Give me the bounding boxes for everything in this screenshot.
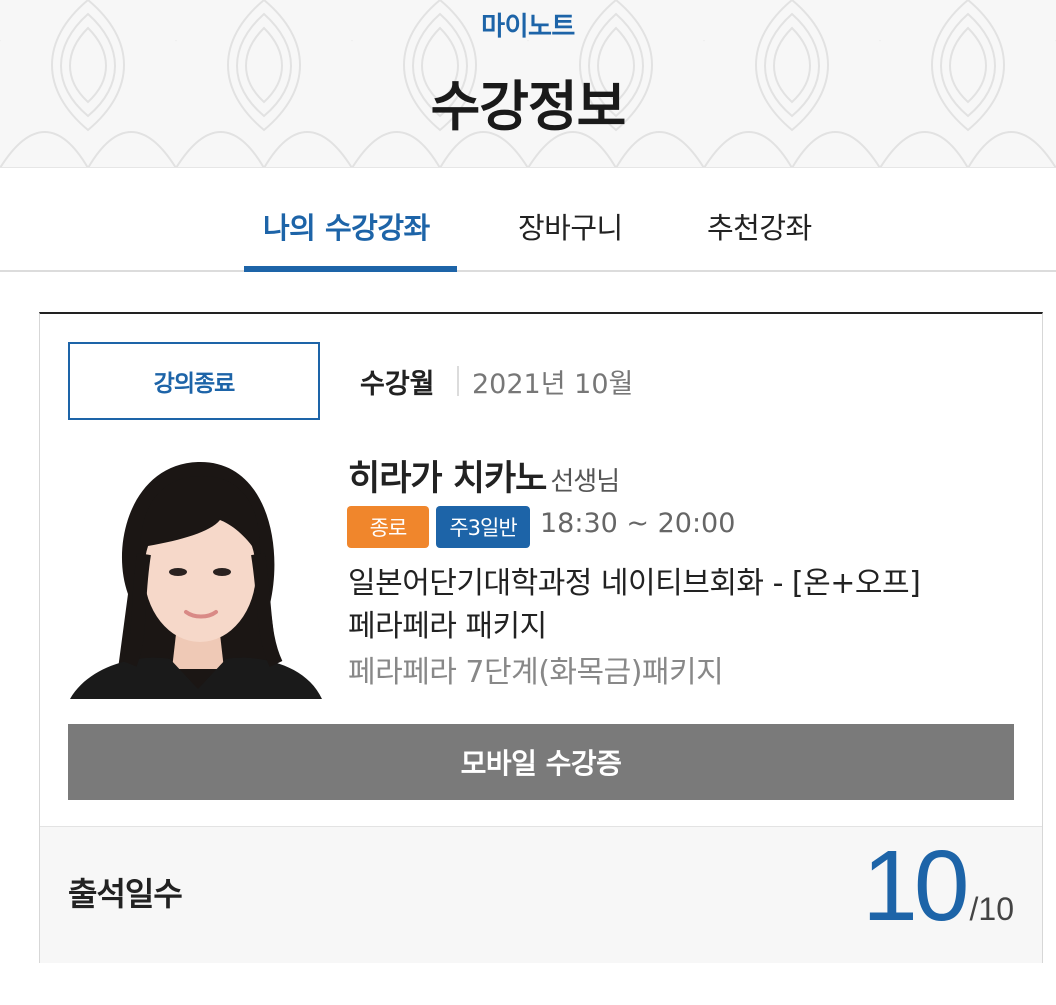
- teacher-name-text: 히라가 치카노: [348, 459, 547, 499]
- attendance-total: /10: [969, 891, 1014, 927]
- month-value: 2021년 10월: [472, 369, 634, 400]
- attendance-count: 10/10: [862, 829, 1014, 944]
- teacher-name[interactable]: 히라가 치카노 선생님: [348, 450, 620, 501]
- tab-my-courses[interactable]: 나의 수강강좌: [263, 205, 430, 247]
- status-badge: 강의종료: [68, 342, 320, 420]
- class-time: 18:30 ~ 20:00: [540, 508, 736, 539]
- campus-badge: 종로: [347, 506, 429, 548]
- page-title: 수강정보: [430, 75, 627, 138]
- tab-cart[interactable]: 장바구니: [518, 205, 623, 247]
- schedule-badge: 주3일반: [436, 506, 530, 548]
- breadcrumb[interactable]: 마이노트: [0, 6, 1056, 43]
- mobile-student-card-button[interactable]: 모바일 수강증: [68, 724, 1014, 800]
- course-card: 강의종료 수강월 2021년 10월 히라가 치카노 선생님 종로 주3일반 1…: [39, 312, 1043, 963]
- tab-recommended[interactable]: 추천강좌: [707, 205, 812, 247]
- teacher-photo: [70, 454, 322, 699]
- tab-bar: 나의 수강강좌 장바구니 추천강좌: [0, 169, 1056, 272]
- attendance-label: 출석일수: [68, 875, 183, 913]
- page-header: 마이노트 수강정보: [0, 0, 1056, 168]
- attendance-current: 10: [862, 830, 969, 942]
- teacher-suffix: 선생님: [550, 467, 620, 497]
- course-title[interactable]: 일본어단기대학과정 네이티브회화 - [온+오프] 페라페라 패키지: [348, 562, 948, 648]
- month-label: 수강월: [360, 369, 435, 400]
- active-tab-indicator: [244, 266, 457, 272]
- attendance-section: 출석일수 10/10: [40, 826, 1042, 963]
- course-subtitle: 페라페라 7단계(화목금)패키지: [348, 655, 724, 690]
- divider: [457, 366, 459, 396]
